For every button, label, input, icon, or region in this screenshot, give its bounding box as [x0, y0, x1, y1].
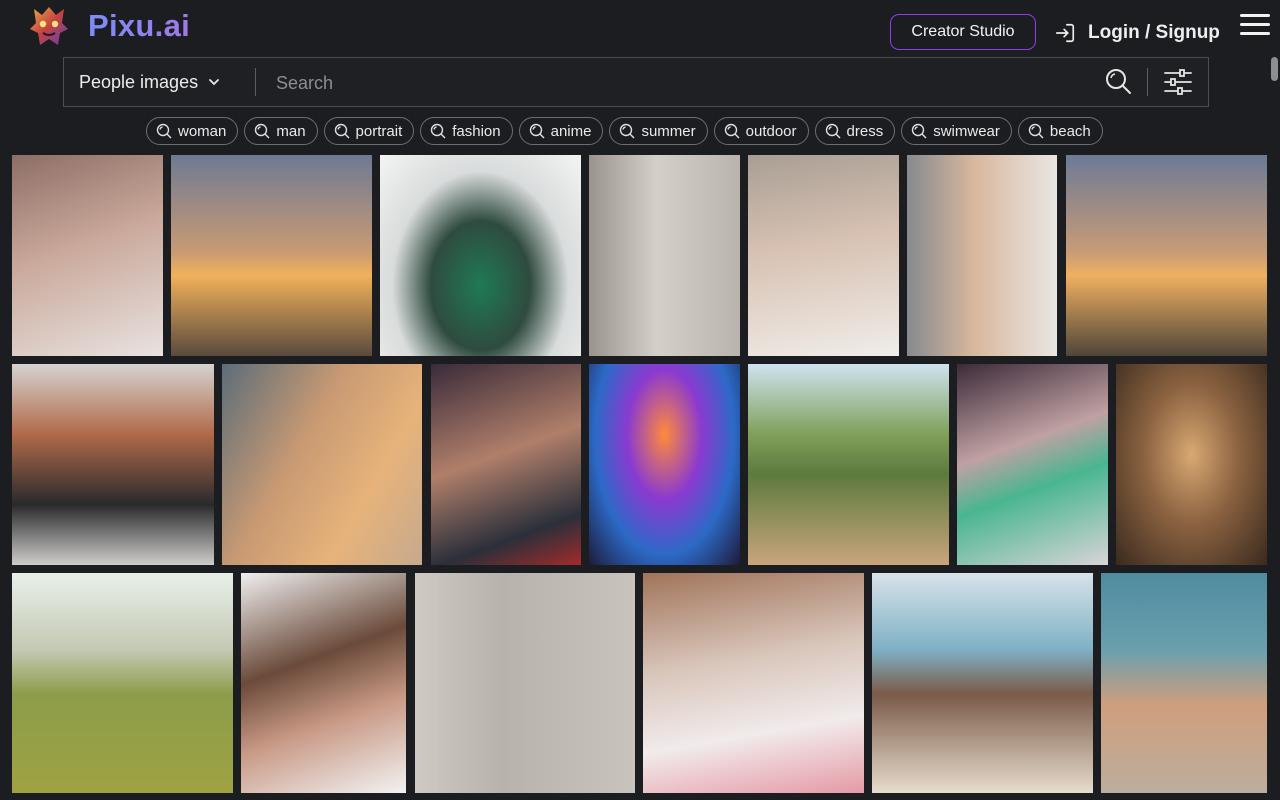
search-input[interactable]: [274, 65, 1098, 101]
login-icon: [1055, 23, 1075, 43]
tag-search-icon: [912, 123, 927, 139]
search-divider: [255, 68, 256, 96]
gallery-image[interactable]: [643, 573, 864, 793]
tag-chip-fashion[interactable]: fashion: [420, 117, 513, 145]
gallery-image[interactable]: [748, 364, 949, 565]
hamburger-menu-icon[interactable]: [1240, 14, 1270, 38]
top-header: Pixu.ai Creator Studio Login / Signup: [0, 0, 1280, 56]
creator-studio-button[interactable]: Creator Studio: [890, 14, 1036, 50]
tag-chip-man[interactable]: man: [244, 117, 318, 145]
tag-search-icon: [1028, 123, 1044, 139]
tag-search-icon: [334, 123, 350, 139]
category-dropdown-label: People images: [79, 71, 199, 92]
gallery-image[interactable]: [872, 573, 1093, 793]
tag-chip-row: woman man portrait fashion anime summer …: [146, 117, 1103, 145]
tag-chip-swimwear[interactable]: swimwear: [901, 117, 1012, 145]
gallery-image[interactable]: [1101, 573, 1267, 793]
gallery-image[interactable]: [431, 364, 581, 565]
tag-search-icon: [255, 123, 270, 139]
filter-divider: [1147, 68, 1148, 96]
tag-chip-anime[interactable]: anime: [518, 117, 604, 145]
login-signup-label: Login / Signup: [1088, 22, 1220, 43]
gallery-image[interactable]: [12, 573, 233, 793]
tag-chip-dress[interactable]: dress: [814, 117, 896, 145]
search-bar: People images: [63, 57, 1209, 107]
tag-search-icon: [156, 123, 172, 139]
tag-chip-summer[interactable]: summer: [609, 117, 708, 145]
category-dropdown[interactable]: People images: [64, 58, 254, 106]
logo-mask-icon[interactable]: [26, 3, 72, 49]
gallery-image[interactable]: [907, 155, 1057, 356]
gallery-image[interactable]: [222, 364, 422, 565]
gallery-image[interactable]: [241, 573, 406, 793]
gallery-image[interactable]: [748, 155, 899, 356]
gallery-image[interactable]: [957, 364, 1108, 565]
gallery-image[interactable]: [1066, 155, 1267, 356]
tag-search-icon: [724, 123, 740, 139]
gallery-image[interactable]: [380, 155, 581, 356]
brand-logo-text[interactable]: Pixu.ai: [88, 8, 190, 44]
login-signup-button[interactable]: Login / Signup: [1054, 18, 1220, 48]
tag-chip-portrait[interactable]: portrait: [323, 117, 415, 145]
tag-search-icon: [825, 123, 841, 139]
tag-search-icon: [620, 123, 635, 139]
tag-search-icon: [529, 123, 545, 139]
filter-sliders-icon[interactable]: [1163, 67, 1193, 97]
page-scrollbar[interactable]: [1271, 57, 1278, 81]
gallery-image[interactable]: [12, 364, 214, 565]
gallery-image[interactable]: [171, 155, 372, 356]
gallery-image[interactable]: [1116, 364, 1267, 565]
tag-chip-beach[interactable]: beach: [1017, 117, 1103, 145]
gallery-image[interactable]: [12, 155, 163, 356]
tag-chip-woman[interactable]: woman: [146, 117, 239, 145]
tag-search-icon: [431, 123, 446, 139]
gallery-image[interactable]: [589, 364, 740, 565]
tag-chip-outdoor[interactable]: outdoor: [713, 117, 809, 145]
search-icon[interactable]: [1104, 67, 1132, 95]
gallery-image[interactable]: [415, 573, 635, 793]
gallery-image[interactable]: [589, 155, 740, 356]
chevron-down-icon: [209, 79, 219, 86]
